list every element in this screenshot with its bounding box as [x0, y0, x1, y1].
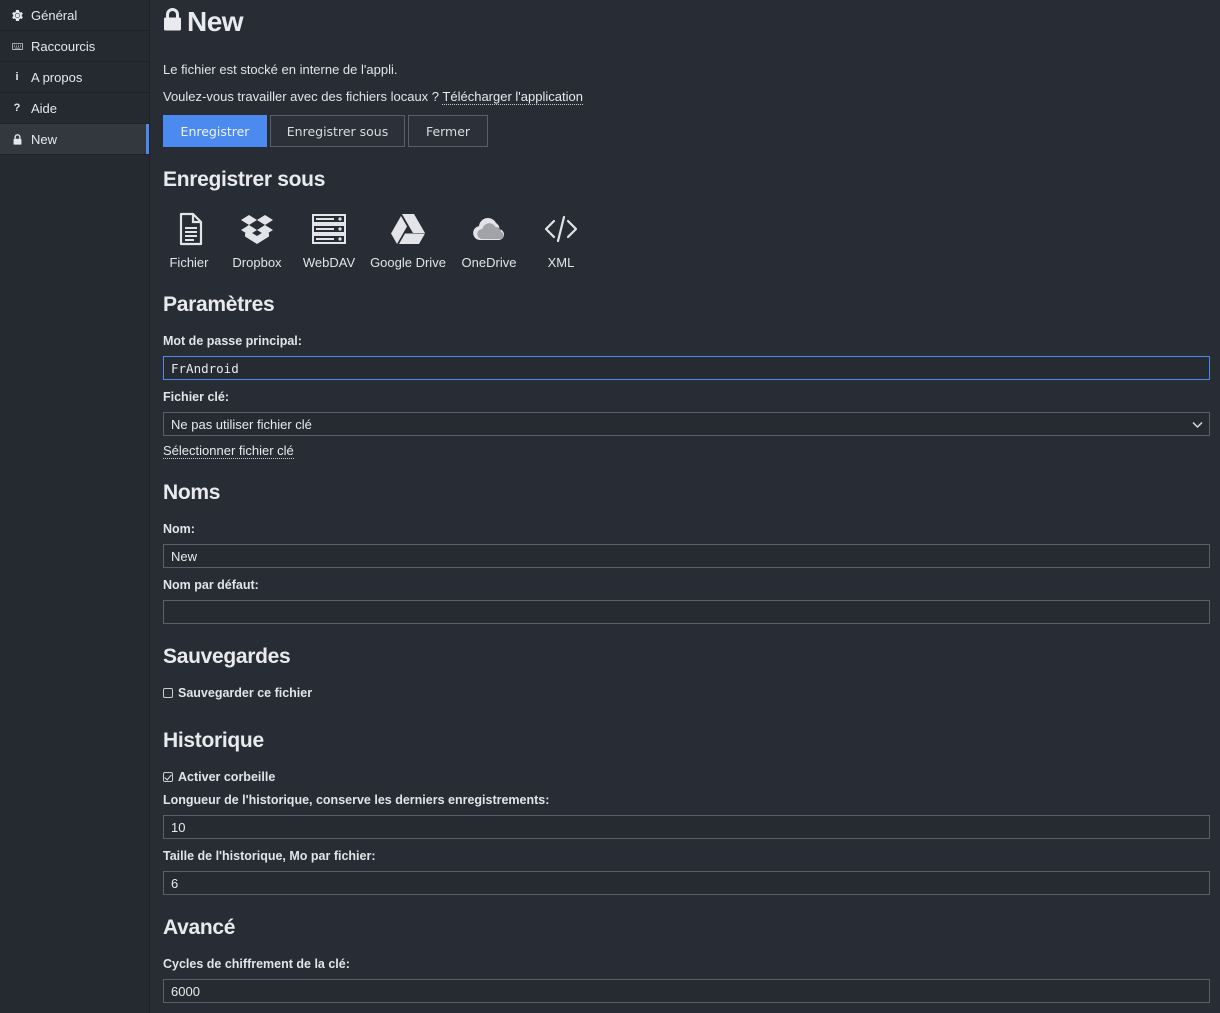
storage-webdav[interactable]: WebDAV: [302, 211, 356, 270]
save-button[interactable]: Enregistrer: [163, 115, 267, 147]
storage-label: XML: [547, 255, 575, 270]
checkbox-box-checked: [163, 772, 173, 782]
key-rounds-field[interactable]: 6000: [163, 979, 1210, 1003]
default-name-label: Nom par défaut:: [163, 578, 259, 592]
history-length-label: Longueur de l'historique, conserve les d…: [163, 793, 550, 807]
cloud-icon: [473, 218, 505, 240]
key-file-selected: Ne pas utiliser fichier clé: [171, 416, 312, 432]
lock-icon: [163, 6, 187, 38]
download-app-link[interactable]: Télécharger l'application: [442, 89, 583, 105]
history-length-field[interactable]: 10: [163, 815, 1210, 839]
select-key-file-row: Sélectionner fichier clé: [163, 443, 294, 459]
select-key-file-link[interactable]: Sélectionner fichier clé: [163, 443, 294, 459]
name-field[interactable]: New: [163, 544, 1210, 568]
key-rounds-label: Cycles de chiffrement de la clé:: [163, 957, 350, 971]
backups-heading: Sauvegardes: [163, 645, 291, 668]
storage-dropbox[interactable]: Dropbox: [232, 211, 282, 270]
sidebar-item-label: A propos: [31, 69, 83, 85]
sidebar-item-help[interactable]: ? Aide: [0, 93, 149, 124]
checkbox-box: [163, 688, 173, 698]
lock-icon: [10, 133, 24, 145]
sidebar: Général Raccourcis i A propos ? Aide New: [0, 0, 150, 1013]
local-files-prompt: Voulez-vous travailler avec des fichiers…: [163, 89, 583, 105]
history-heading: Historique: [163, 729, 264, 752]
enable-trash-label: Activer corbeille: [178, 770, 276, 784]
sidebar-item-general[interactable]: Général: [0, 0, 149, 31]
chevron-down-icon: [1192, 421, 1203, 429]
storage-label: Fichier: [169, 255, 209, 270]
storage-info: Le fichier est stocké en interne de l'ap…: [163, 62, 398, 77]
storage-google-drive[interactable]: Google Drive: [370, 211, 446, 270]
gear-icon: [10, 9, 24, 21]
page-title-text: New: [187, 6, 244, 37]
key-file-select[interactable]: Ne pas utiliser fichier clé: [163, 412, 1210, 436]
keyboard-icon: [10, 41, 24, 52]
storage-label: Dropbox: [232, 255, 282, 270]
name-label: Nom:: [163, 522, 195, 536]
history-size-field[interactable]: 6: [163, 871, 1210, 895]
code-icon: [544, 215, 578, 243]
enable-trash-checkbox[interactable]: Activer corbeille: [163, 770, 275, 784]
names-heading: Noms: [163, 481, 221, 504]
sidebar-item-about[interactable]: i A propos: [0, 62, 149, 93]
settings-heading: Paramètres: [163, 293, 275, 316]
storage-label: OneDrive: [461, 255, 517, 270]
file-icon: [179, 212, 203, 246]
backup-file-label: Sauvegarder ce fichier: [178, 686, 313, 700]
history-size-label: Taille de l'historique, Mo par fichier:: [163, 849, 376, 863]
close-button[interactable]: Fermer: [408, 115, 488, 147]
local-files-question: Voulez-vous travailler avec des fichiers…: [163, 89, 440, 104]
dropbox-icon: [241, 215, 273, 244]
backup-file-checkbox[interactable]: Sauvegarder ce fichier: [163, 686, 312, 700]
sidebar-item-label: Aide: [31, 100, 58, 116]
sidebar-item-shortcuts[interactable]: Raccourcis: [0, 31, 149, 62]
sidebar-item-label: Raccourcis: [31, 38, 96, 54]
storage-xml[interactable]: XML: [540, 211, 582, 270]
master-password-label: Mot de passe principal:: [163, 334, 302, 348]
sidebar-item-new[interactable]: New: [0, 124, 149, 155]
storage-file[interactable]: Fichier: [168, 211, 210, 270]
sidebar-item-label: Général: [31, 7, 78, 23]
default-name-field[interactable]: [163, 600, 1210, 624]
master-password-field[interactable]: FrAndroid: [163, 356, 1210, 380]
server-icon: [312, 214, 346, 244]
advanced-heading: Avancé: [163, 916, 236, 939]
info-icon: i: [15, 71, 19, 83]
save-as-button[interactable]: Enregistrer sous: [270, 115, 405, 147]
google-drive-icon: [391, 214, 425, 244]
storage-label: Google Drive: [370, 255, 446, 270]
page-title: New: [163, 6, 244, 38]
key-file-label: Fichier clé:: [163, 390, 229, 404]
storage-onedrive[interactable]: OneDrive: [461, 211, 517, 270]
question-icon: ?: [13, 102, 21, 114]
storage-label: WebDAV: [302, 255, 356, 270]
save-as-heading: Enregistrer sous: [163, 168, 326, 191]
sidebar-item-label: New: [31, 131, 58, 147]
